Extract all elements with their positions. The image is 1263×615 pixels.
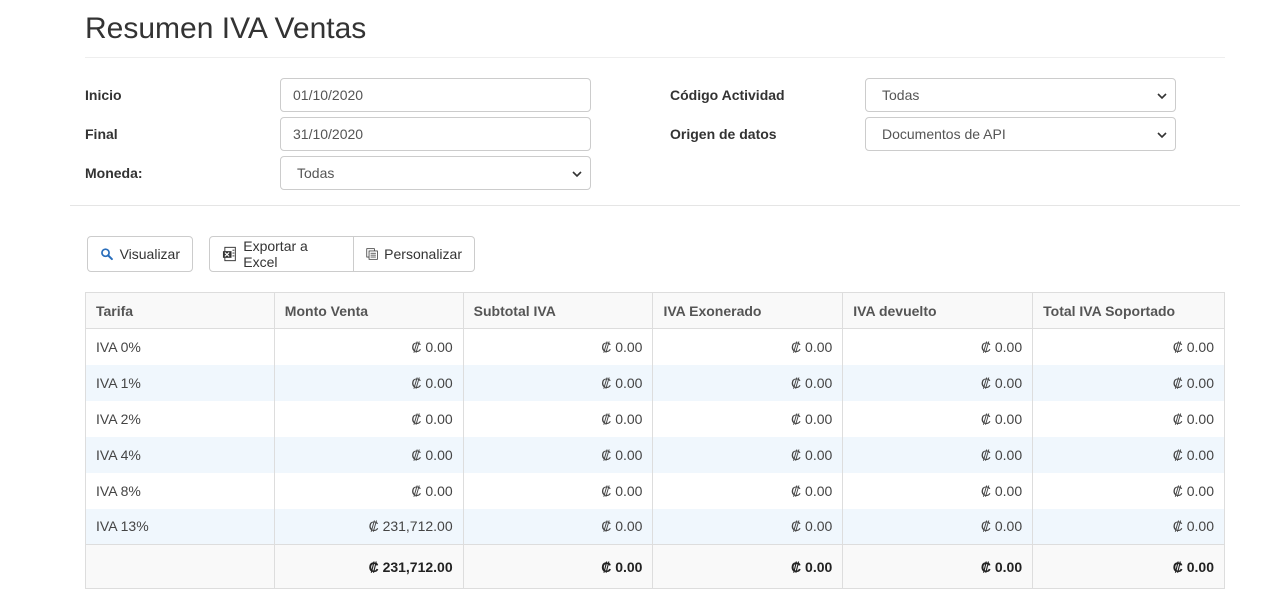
column-header-tarifa[interactable]: Tarifa xyxy=(85,292,275,329)
iva-devuelto-cell: ₡ 0.00 xyxy=(842,508,1034,545)
monto-venta-cell: ₡ 231,712.00 xyxy=(273,508,464,545)
iva-devuelto-cell: ₡ 0.00 xyxy=(842,328,1034,365)
total-iva-exonerado-cell: ₡ 0.00 xyxy=(652,544,844,589)
codigo-actividad-label: Código Actividad xyxy=(670,87,785,103)
column-header-subtotal-iva[interactable]: Subtotal IVA xyxy=(462,292,654,329)
page: Resumen IVA Ventas Inicio 01/10/2020 Fin… xyxy=(0,0,1263,615)
total-iva-soportado-cell: ₡ 0.00 xyxy=(1032,472,1225,509)
total-iva-devuelto-cell: ₡ 0.00 xyxy=(842,544,1034,589)
total-iva-soportado-cell: ₡ 0.00 xyxy=(1032,400,1225,437)
final-label: Final xyxy=(85,126,118,142)
iva-exonerado-cell: ₡ 0.00 xyxy=(652,508,844,545)
codigo-actividad-select[interactable]: Todas xyxy=(865,78,1176,112)
inicio-label: Inicio xyxy=(85,87,122,103)
moneda-label: Moneda: xyxy=(85,165,143,181)
total-iva-soportado-cell: ₡ 0.00 xyxy=(1032,328,1225,365)
final-date-input[interactable]: 31/10/2020 xyxy=(280,117,591,151)
moneda-selected-value: Todas xyxy=(297,165,335,181)
chevron-down-icon xyxy=(1157,132,1167,139)
monto-venta-cell: ₡ 0.00 xyxy=(273,364,464,401)
table-row: IVA 2% ₡ 0.00 ₡ 0.00 ₡ 0.00 ₡ 0.00 ₡ 0.0… xyxy=(85,400,1225,437)
origen-datos-label: Origen de datos xyxy=(670,126,777,142)
iva-devuelto-cell: ₡ 0.00 xyxy=(842,436,1034,473)
table-row: IVA 8% ₡ 0.00 ₡ 0.00 ₡ 0.00 ₡ 0.00 ₡ 0.0… xyxy=(85,472,1225,509)
iva-exonerado-cell: ₡ 0.00 xyxy=(652,400,844,437)
subtotal-iva-cell: ₡ 0.00 xyxy=(462,508,654,545)
columns-icon xyxy=(366,248,378,260)
total-iva-soportado-cell: ₡ 0.00 xyxy=(1032,508,1225,545)
iva-exonerado-cell: ₡ 0.00 xyxy=(652,436,844,473)
tarifa-cell: IVA 1% xyxy=(85,364,275,401)
origen-datos-select[interactable]: Documentos de API xyxy=(865,117,1176,151)
iva-devuelto-cell: ₡ 0.00 xyxy=(842,400,1034,437)
final-date-value: 31/10/2020 xyxy=(293,126,364,142)
chevron-down-icon xyxy=(1157,93,1167,100)
filters-divider xyxy=(70,205,1240,206)
column-header-monto-venta[interactable]: Monto Venta xyxy=(273,292,464,329)
excel-icon xyxy=(222,246,236,262)
total-monto-venta-cell: ₡ 231,712.00 xyxy=(273,544,464,589)
table-row: IVA 0% ₡ 0.00 ₡ 0.00 ₡ 0.00 ₡ 0.00 ₡ 0.0… xyxy=(85,328,1225,365)
column-header-iva-devuelto[interactable]: IVA devuelto xyxy=(842,292,1034,329)
totals-label-cell xyxy=(85,544,275,589)
chevron-down-icon xyxy=(572,171,582,178)
total-subtotal-iva-cell: ₡ 0.00 xyxy=(462,544,654,589)
exportar-excel-button[interactable]: Exportar a Excel xyxy=(209,236,354,272)
iva-devuelto-cell: ₡ 0.00 xyxy=(842,472,1034,509)
total-iva-soportado-total-cell: ₡ 0.00 xyxy=(1032,544,1225,589)
iva-summary-table: Tarifa Monto Venta Subtotal IVA IVA Exon… xyxy=(85,292,1225,589)
visualizar-label: Visualizar xyxy=(119,246,180,262)
table-header-row: Tarifa Monto Venta Subtotal IVA IVA Exon… xyxy=(85,292,1225,329)
tarifa-cell: IVA 0% xyxy=(85,328,275,365)
total-iva-soportado-cell: ₡ 0.00 xyxy=(1032,364,1225,401)
search-icon xyxy=(101,248,113,261)
tarifa-cell: IVA 13% xyxy=(85,508,275,545)
table-row: IVA 4% ₡ 0.00 ₡ 0.00 ₡ 0.00 ₡ 0.00 ₡ 0.0… xyxy=(85,436,1225,473)
iva-devuelto-cell: ₡ 0.00 xyxy=(842,364,1034,401)
tarifa-cell: IVA 2% xyxy=(85,400,275,437)
iva-exonerado-cell: ₡ 0.00 xyxy=(652,472,844,509)
subtotal-iva-cell: ₡ 0.00 xyxy=(462,436,654,473)
moneda-select[interactable]: Todas xyxy=(280,156,591,190)
monto-venta-cell: ₡ 0.00 xyxy=(273,328,464,365)
exportar-label: Exportar a Excel xyxy=(243,238,308,270)
iva-exonerado-cell: ₡ 0.00 xyxy=(652,328,844,365)
origen-datos-selected-value: Documentos de API xyxy=(882,126,1006,142)
subtotal-iva-cell: ₡ 0.00 xyxy=(462,472,654,509)
iva-exonerado-cell: ₡ 0.00 xyxy=(652,364,844,401)
title-divider xyxy=(85,57,1225,58)
column-header-total-iva-soportado[interactable]: Total IVA Soportado xyxy=(1032,292,1225,329)
inicio-date-input[interactable]: 01/10/2020 xyxy=(280,78,591,112)
subtotal-iva-cell: ₡ 0.00 xyxy=(462,400,654,437)
monto-venta-cell: ₡ 0.00 xyxy=(273,436,464,473)
monto-venta-cell: ₡ 0.00 xyxy=(273,400,464,437)
column-header-iva-exonerado[interactable]: IVA Exonerado xyxy=(652,292,844,329)
page-title: Resumen IVA Ventas xyxy=(85,12,367,45)
personalizar-label: Personalizar xyxy=(384,246,462,262)
visualizar-button[interactable]: Visualizar xyxy=(87,236,193,272)
personalizar-button[interactable]: Personalizar xyxy=(354,236,475,272)
total-iva-soportado-cell: ₡ 0.00 xyxy=(1032,436,1225,473)
inicio-date-value: 01/10/2020 xyxy=(293,87,364,103)
monto-venta-cell: ₡ 0.00 xyxy=(273,472,464,509)
tarifa-cell: IVA 8% xyxy=(85,472,275,509)
subtotal-iva-cell: ₡ 0.00 xyxy=(462,328,654,365)
table-row: IVA 1% ₡ 0.00 ₡ 0.00 ₡ 0.00 ₡ 0.00 ₡ 0.0… xyxy=(85,364,1225,401)
codigo-actividad-selected-value: Todas xyxy=(882,87,920,103)
totals-row: ₡ 231,712.00 ₡ 0.00 ₡ 0.00 ₡ 0.00 ₡ 0.00 xyxy=(85,544,1225,589)
tarifa-cell: IVA 4% xyxy=(85,436,275,473)
table-row: IVA 13% ₡ 231,712.00 ₡ 0.00 ₡ 0.00 ₡ 0.0… xyxy=(85,508,1225,545)
subtotal-iva-cell: ₡ 0.00 xyxy=(462,364,654,401)
